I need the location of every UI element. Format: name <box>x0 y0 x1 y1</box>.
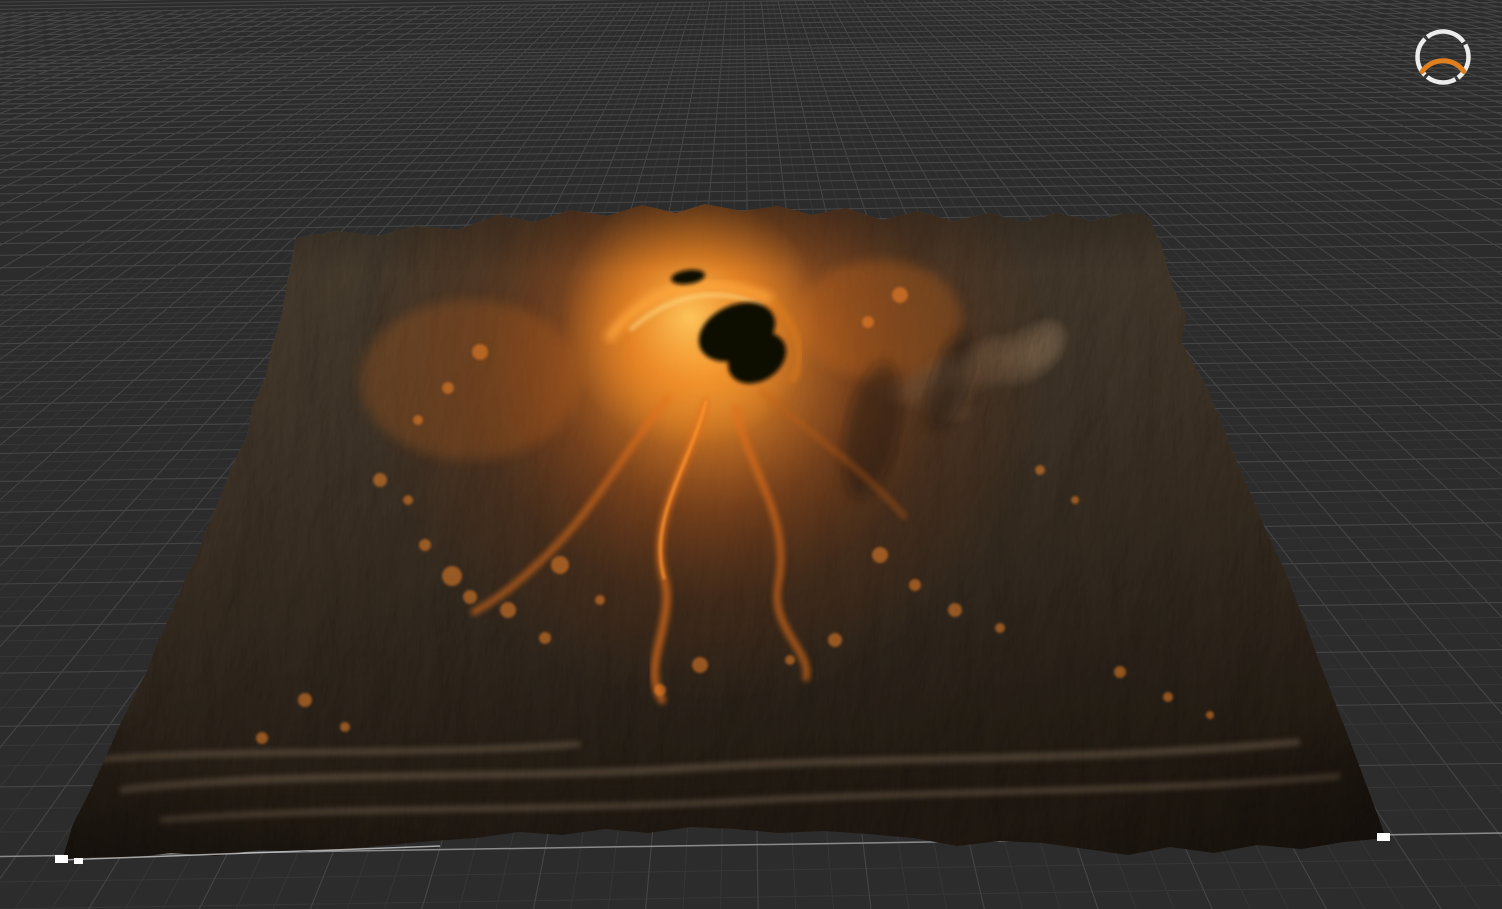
viewport-3d[interactable] <box>0 0 1502 909</box>
terrain-corner-handle-right[interactable] <box>1377 833 1390 841</box>
scene-svg <box>0 0 1502 909</box>
terrain-corner-handle-left-a[interactable] <box>55 855 68 863</box>
terrain-corner-handle-left-b[interactable] <box>74 858 83 864</box>
